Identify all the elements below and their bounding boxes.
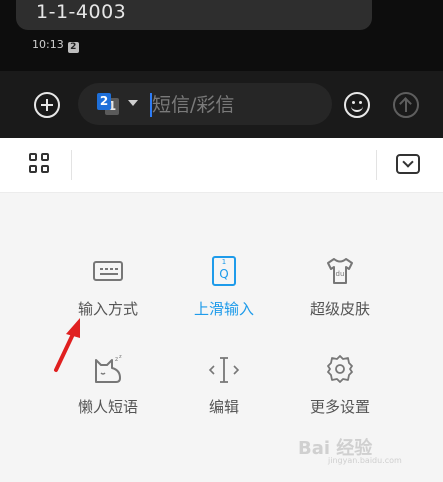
gear-icon[interactable] bbox=[327, 355, 353, 383]
svg-text:z: z bbox=[119, 354, 122, 360]
message-time: 10:13 2 bbox=[32, 38, 79, 53]
annotation-arrow bbox=[54, 318, 80, 372]
panel-item-label: 上滑输入 bbox=[193, 300, 254, 318]
message-placeholder: 短信/彩信 bbox=[152, 94, 235, 116]
swipe-input-icon[interactable]: 1 Q bbox=[212, 256, 236, 286]
lazy-phrase-cat-icon[interactable]: z z bbox=[93, 354, 123, 384]
panel-item-label: 更多设置 bbox=[309, 398, 370, 416]
keyboard-icon[interactable] bbox=[93, 261, 123, 281]
apps-grid-icon[interactable] bbox=[29, 153, 50, 174]
panel-item-label: 懒人短语 bbox=[77, 398, 138, 416]
watermark: Bai 经验 jingyan.baidu.com bbox=[298, 428, 438, 468]
sim-select-icon[interactable]: 1 2 bbox=[97, 93, 119, 115]
svg-text:z: z bbox=[115, 356, 118, 363]
add-attachment-icon[interactable] bbox=[34, 92, 60, 118]
chevron-down-icon[interactable] bbox=[128, 100, 138, 106]
skin-shirt-icon[interactable]: du bbox=[325, 257, 355, 285]
watermark-url: jingyan.baidu.com bbox=[328, 456, 402, 465]
toolbar-divider bbox=[376, 150, 377, 180]
toolbar-divider bbox=[71, 150, 72, 180]
panel-item-label: 编辑 bbox=[208, 398, 239, 416]
chat-history: 1-1-4003 10:13 2 bbox=[0, 0, 443, 71]
sim-front-label: 2 bbox=[97, 93, 111, 110]
edit-cursor-icon[interactable] bbox=[208, 356, 240, 384]
panel-item-label: 超级皮肤 bbox=[309, 300, 370, 318]
emoji-icon[interactable] bbox=[344, 92, 370, 118]
sim-indicator-icon: 2 bbox=[67, 42, 79, 53]
message-text: 1-1-4003 bbox=[36, 1, 127, 23]
message-bubble[interactable]: 1-1-4003 bbox=[16, 0, 372, 30]
message-timestamp: 10:13 bbox=[32, 38, 64, 51]
collapse-keyboard-icon[interactable] bbox=[396, 154, 420, 174]
svg-text:du: du bbox=[336, 270, 345, 278]
send-icon[interactable] bbox=[393, 92, 419, 118]
